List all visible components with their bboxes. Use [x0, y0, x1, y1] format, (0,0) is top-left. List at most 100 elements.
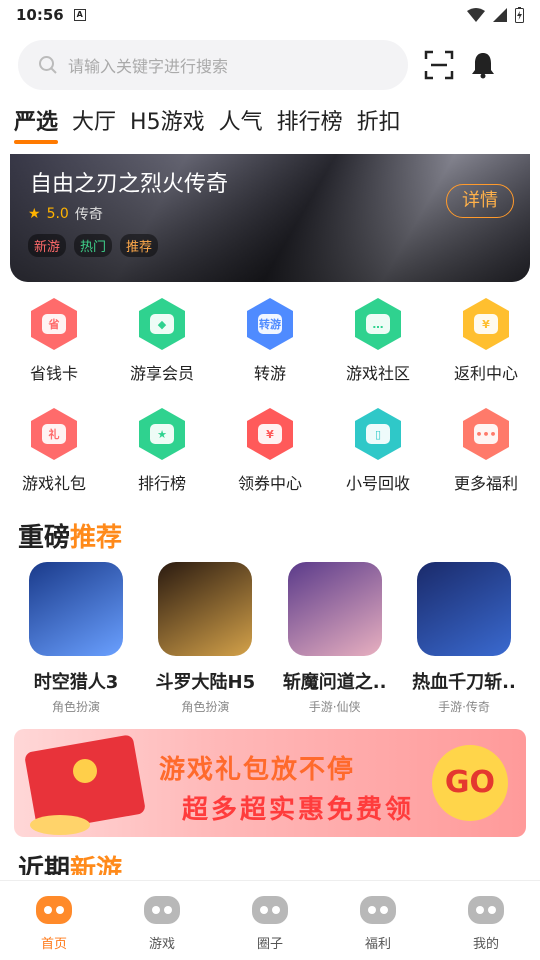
grid-item-label: 返利中心 — [453, 364, 518, 383]
nav-label: 圈子 — [256, 937, 283, 952]
scan-icon[interactable] — [424, 50, 454, 80]
nav-label: 游戏 — [148, 937, 175, 952]
grid-item-label: 游享会员 — [129, 364, 194, 383]
grid-item-9[interactable]: ••• 更多福利 — [432, 406, 540, 516]
grid-item-label: 排行榜 — [137, 474, 186, 493]
promo-line2: 超多超实惠免费领 — [182, 795, 415, 825]
status-time: 10:56 — [16, 6, 64, 24]
grid-item-2[interactable]: 转游 转游 — [216, 296, 324, 406]
nav-item-1[interactable]: 游戏 — [108, 881, 216, 960]
tag-new: 新游 — [28, 234, 67, 257]
featured-banner[interactable]: 自由之刃之烈火传奇 ★ 5.0 传奇 新游 热门 推荐 详情 — [10, 154, 530, 282]
grid-item-4[interactable]: ¥ 返利中心 — [432, 296, 540, 406]
detail-button[interactable]: 详情 — [446, 184, 514, 218]
banner-tags: 新游 热门 推荐 — [28, 234, 159, 257]
tab-4[interactable]: 排行榜 — [277, 100, 343, 136]
bell-icon[interactable] — [470, 51, 496, 79]
phone-recycle-icon: ▯ — [350, 406, 406, 462]
game-icon — [29, 562, 123, 656]
tag-recommend: 推荐 — [120, 234, 159, 257]
grid-item-label: 小号回收 — [345, 474, 410, 493]
game-card[interactable]: 热血千刀斩.. 手游·传奇 — [402, 562, 526, 715]
grid-item-label: 游戏礼包 — [21, 474, 86, 493]
promo-line1: 游戏礼包放不停 — [159, 755, 356, 785]
game-card[interactable]: 斩魔问道之.. 手游·仙侠 — [273, 562, 397, 715]
savings-card-icon: 省 — [26, 296, 82, 352]
transfer-game-icon: 转游 — [242, 296, 298, 352]
game-category: 手游·传奇 — [438, 700, 490, 714]
game-category: 角色扮演 — [181, 700, 230, 714]
game-category: 角色扮演 — [51, 700, 100, 714]
welfare-gift-icon — [357, 893, 399, 931]
home-gamepad-icon — [33, 893, 75, 931]
game-heart-icon — [141, 893, 183, 931]
grid-item-8[interactable]: ▯ 小号回收 — [324, 406, 432, 516]
game-name: 时空猎人3 — [33, 672, 119, 693]
grid-item-label: 转游 — [253, 364, 286, 383]
game-name: 斗罗大陆H5 — [155, 672, 256, 693]
circle-chat-icon — [249, 893, 291, 931]
game-card[interactable]: 斗罗大陆H5 角色扮演 — [143, 562, 267, 715]
wifi-icon — [467, 8, 485, 22]
game-icon — [287, 562, 382, 656]
banner-genre: 传奇 — [74, 207, 103, 223]
search-placeholder: 请输入关键字进行搜索 — [68, 57, 229, 76]
nav-label: 首页 — [40, 937, 67, 952]
signal-icon — [493, 8, 507, 22]
status-bar: 10:56 A — [0, 0, 540, 30]
search-input[interactable]: 请输入关键字进行搜索 — [18, 40, 408, 90]
game-name: 热血千刀斩.. — [412, 672, 516, 693]
grid-item-5[interactable]: 礼游戏礼包 — [0, 406, 108, 516]
search-row: 请输入关键字进行搜索 — [0, 30, 540, 100]
red-envelope-icon — [25, 735, 145, 835]
nav-item-0[interactable]: 首页 — [0, 881, 108, 960]
notification-badge-icon: A — [73, 9, 86, 21]
tab-0[interactable]: 严选 — [14, 100, 59, 144]
battery-icon — [515, 7, 524, 23]
tab-3[interactable]: 人气 — [219, 100, 263, 136]
tab-5[interactable]: 折扣 — [357, 100, 401, 136]
nav-label: 我的 — [472, 937, 499, 952]
section-new-title: 近期新游 — [18, 855, 123, 875]
go-button[interactable]: GO — [432, 745, 508, 821]
grid-item-6[interactable]: ★ 排行榜 — [108, 406, 216, 516]
gift-promo-banner[interactable]: 游戏礼包放不停 超多超实惠免费领 GO — [14, 729, 526, 837]
grid-item-3[interactable]: … 游戏社区 — [324, 296, 432, 406]
grid-item-1[interactable]: ◆ 游享会员 — [108, 296, 216, 406]
nav-item-2[interactable]: 圈子 — [216, 881, 324, 960]
tag-hot: 热门 — [74, 234, 113, 257]
profile-face-icon — [465, 893, 507, 931]
grid-item-label: 领券中心 — [237, 474, 302, 493]
gift-pack-icon: 礼 — [26, 406, 82, 462]
game-category: 手游·仙侠 — [308, 700, 361, 714]
nav-item-3[interactable]: 福利 — [324, 881, 432, 960]
star-icon: ★ — [28, 206, 41, 222]
game-icon — [158, 562, 253, 656]
section-recommend-title: 重磅推荐 — [18, 523, 123, 553]
tab-2[interactable]: H5游戏 — [130, 100, 205, 136]
diamond-icon: ◆ — [134, 296, 190, 352]
grid-item-7[interactable]: ¥ 领券中心 — [216, 406, 324, 516]
banner-rating: 5.0 — [46, 206, 69, 222]
trophy-icon: ★ — [134, 406, 190, 462]
community-chat-icon: … — [350, 296, 406, 352]
rebate-icon: ¥ — [458, 296, 514, 352]
grid-item-label: 更多福利 — [453, 474, 518, 493]
nav-label: 福利 — [364, 937, 391, 952]
nav-item-4[interactable]: 我的 — [432, 881, 540, 960]
banner-title: 自由之刃之烈火传奇 — [30, 172, 229, 197]
grid-item-label: 游戏社区 — [345, 364, 410, 383]
game-name: 斩魔问道之.. — [282, 672, 387, 693]
feature-grid: 省省钱卡 ◆ 游享会员 转游 转游… 游戏社区 ¥ 返利中心礼游戏礼包 ★ 排行榜 ¥ 领券中心 ▯ 小号… — [0, 296, 540, 516]
grid-item-0[interactable]: 省省钱卡 — [0, 296, 108, 406]
grid-item-label: 省钱卡 — [29, 364, 78, 383]
bottom-nav: 首页 游戏 圈子 福利 我的 — [0, 880, 540, 960]
more-welfare-icon: ••• — [458, 406, 514, 462]
game-card[interactable]: 时空猎人3 角色扮演 — [14, 562, 138, 715]
coupon-icon: ¥ — [242, 406, 298, 462]
search-icon — [39, 56, 57, 74]
game-icon — [416, 562, 511, 656]
category-tabs: 严选 大厅 H5游戏 人气 排行榜 折扣 — [0, 100, 540, 148]
tab-1[interactable]: 大厅 — [72, 100, 116, 136]
recommended-games: 时空猎人3 角色扮演 斗罗大陆H5 角色扮演 斩魔问道之.. 手游·仙侠 热血千刀斩.. 手游… — [0, 562, 540, 715]
